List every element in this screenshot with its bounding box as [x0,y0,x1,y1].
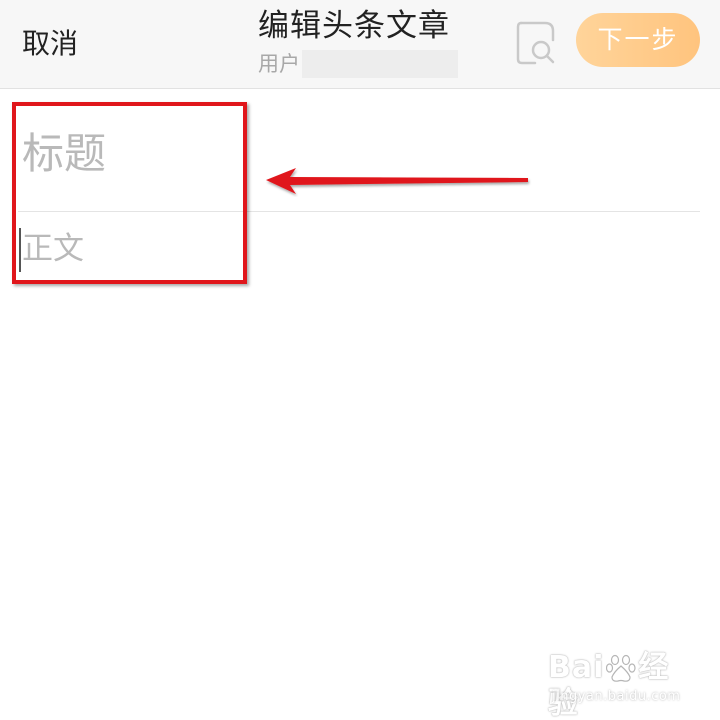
preview-button[interactable] [515,20,557,66]
title-divider [18,211,700,212]
text-caret [19,228,21,272]
body-input[interactable]: 正文 [22,226,692,272]
watermark-brand: Bai 经验 [548,650,670,720]
page-title: 编辑头条文章 [258,8,450,44]
top-bar: 取消 编辑头条文章 用户 下一步 [0,0,720,89]
author-label: 用户 [258,52,300,76]
username-mask [302,50,458,78]
baidu-paw-icon [606,654,636,682]
next-step-button[interactable]: 下一步 [576,13,700,67]
title-block: 编辑头条文章 用户 [258,6,498,78]
cancel-button[interactable]: 取消 [22,26,78,62]
author-row: 用户 [258,50,498,78]
editor-screen: 取消 编辑头条文章 用户 下一步 标题 正文 Bai 经验 jingyan.ba… [0,0,720,720]
baidu-jingyan-watermark: Bai 经验 jingyan.baidu.com [548,650,698,720]
search-preview-icon [516,21,555,65]
watermark-url: jingyan.baidu.com [552,689,681,704]
title-input[interactable]: 标题 [22,124,692,184]
